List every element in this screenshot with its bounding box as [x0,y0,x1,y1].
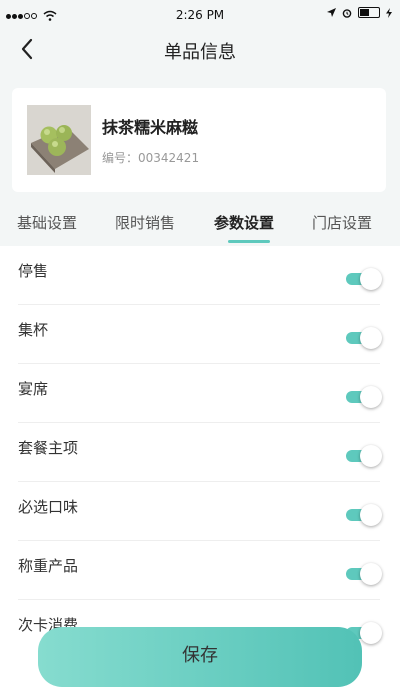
setting-label-stop-sale: 停售 [18,262,49,280]
save-button-label: 保存 [182,645,218,666]
toggle-stop-sale[interactable] [346,268,382,290]
save-button[interactable]: 保存 [38,627,362,687]
list-item: 必选口味 [0,482,400,541]
list-item: 集杯 [0,305,400,364]
alarm-icon [342,8,352,18]
location-arrow-icon [327,8,336,17]
setting-label-banquet: 宴席 [18,380,49,398]
page-title: 单品信息 [164,42,236,63]
tab-basic-settings[interactable]: 基础设置 [17,212,77,233]
tab-parameter-settings[interactable]: 参数设置 [214,212,274,233]
tab-bar: 基础设置 限时销售 参数设置 门店设置 [0,200,400,246]
product-image [27,105,91,175]
setting-label-combo-main: 套餐主项 [18,439,79,457]
settings-list: 停售 集杯 宴席 套餐主项 必选口味 称重产品 次卡消费 [0,246,400,659]
status-bar: 2:26 PM [0,0,400,30]
tab-limited-time-sale[interactable]: 限时销售 [115,212,175,233]
list-item: 停售 [0,246,400,305]
list-item: 宴席 [0,364,400,423]
list-item: 套餐主项 [0,423,400,482]
toggle-cup-collect[interactable] [346,327,382,349]
setting-label-cup-collect: 集杯 [18,321,49,339]
list-item: 称重产品 [0,541,400,600]
product-card: 抹茶糯米麻糍 编号：00342421 [12,88,386,192]
charging-icon [386,7,392,18]
toggle-required-flavor[interactable] [346,504,382,526]
setting-label-weighed-product: 称重产品 [18,557,79,575]
product-code: 编号：00342421 [102,151,200,165]
setting-label-required-flavor: 必选口味 [18,498,79,516]
toggle-weighed-product[interactable] [346,563,382,585]
status-right [327,7,392,18]
battery-icon [358,7,380,18]
active-tab-indicator [228,240,270,243]
tab-store-settings[interactable]: 门店设置 [312,212,372,233]
product-name: 抹茶糯米麻糍 [102,118,199,137]
toggle-combo-main[interactable] [346,445,382,467]
toggle-banquet[interactable] [346,386,382,408]
nav-bar: 单品信息 [0,30,400,72]
